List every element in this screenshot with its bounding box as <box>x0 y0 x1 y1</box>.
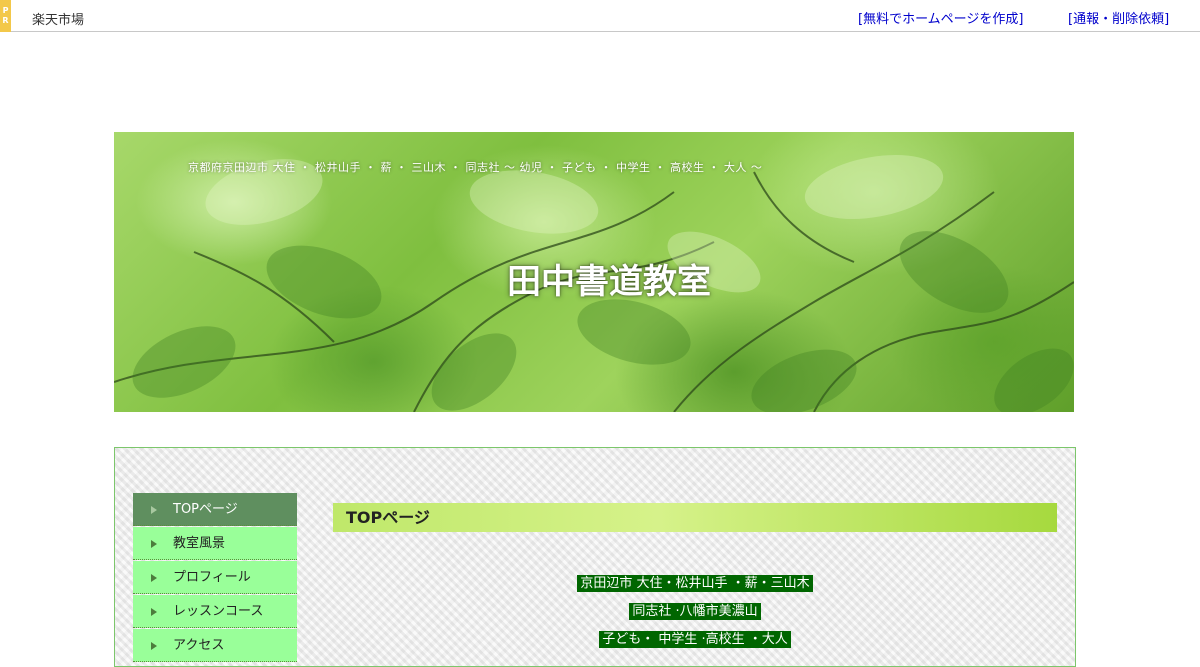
menu-item-label: アクセス <box>173 638 225 653</box>
banner-subtitle: 京都府京田辺市 大住 ・ 松井山手 ・ 薪 ・ 三山木 ・ 同志社 ～ 幼児 ・… <box>188 161 763 174</box>
side-menu: TOPページ 教室風景 プロフィール レッスンコース アクセス <box>133 493 297 663</box>
rakuten-ichiba-link[interactable]: 楽天市場 <box>32 9 84 28</box>
area-tag-line: 同志社 ·八幡市美濃山 <box>333 600 1057 620</box>
triangle-right-icon <box>151 642 157 650</box>
pr-tag: P R <box>0 0 11 32</box>
triangle-right-icon <box>151 506 157 514</box>
page-heading: TOPページ <box>333 503 1057 532</box>
menu-item-label: プロフィール <box>173 570 251 585</box>
menu-item-label: レッスンコース <box>173 604 264 619</box>
menu-item-classroom[interactable]: 教室風景 <box>133 527 297 560</box>
menu-item-lesson-course[interactable]: レッスンコース <box>133 595 297 628</box>
content-area: TOPページ 教室風景 プロフィール レッスンコース アクセス TOPページ 京… <box>114 447 1076 667</box>
triangle-right-icon <box>151 574 157 582</box>
pr-tag-letter-r: R <box>2 16 9 25</box>
pr-bar: P R 楽天市場 [無料でホームページを作成] [通報・削除依頼] <box>0 0 1200 32</box>
menu-item-profile[interactable]: プロフィール <box>133 561 297 594</box>
create-homepage-link[interactable]: [無料でホームページを作成] <box>858 8 1024 27</box>
header-banner: 京都府京田辺市 大住 ・ 松井山手 ・ 薪 ・ 三山木 ・ 同志社 ～ 幼児 ・… <box>114 132 1074 412</box>
pr-tag-letter-p: P <box>2 6 9 15</box>
menu-item-label: 教室風景 <box>173 536 226 551</box>
audience-tag-line: 子ども・ 中学生 ·高校生 ・大人 <box>333 628 1057 648</box>
triangle-right-icon <box>151 608 157 616</box>
menu-item-top[interactable]: TOPページ <box>133 493 297 526</box>
area-tag: 同志社 ·八幡市美濃山 <box>629 603 761 620</box>
audience-tag: 子ども・ 中学生 ·高校生 ・大人 <box>599 631 791 648</box>
menu-item-label: TOPページ <box>173 502 238 517</box>
site-title[interactable]: 田中書道教室 <box>114 254 1074 303</box>
report-delete-link[interactable]: [通報・削除依頼] <box>1068 8 1169 27</box>
area-tag-line: 京田辺市 大住・松井山手 ・薪・三山木 <box>333 572 1057 592</box>
area-tag: 京田辺市 大住・松井山手 ・薪・三山木 <box>577 575 813 592</box>
triangle-right-icon <box>151 540 157 548</box>
menu-item-access[interactable]: アクセス <box>133 629 297 662</box>
